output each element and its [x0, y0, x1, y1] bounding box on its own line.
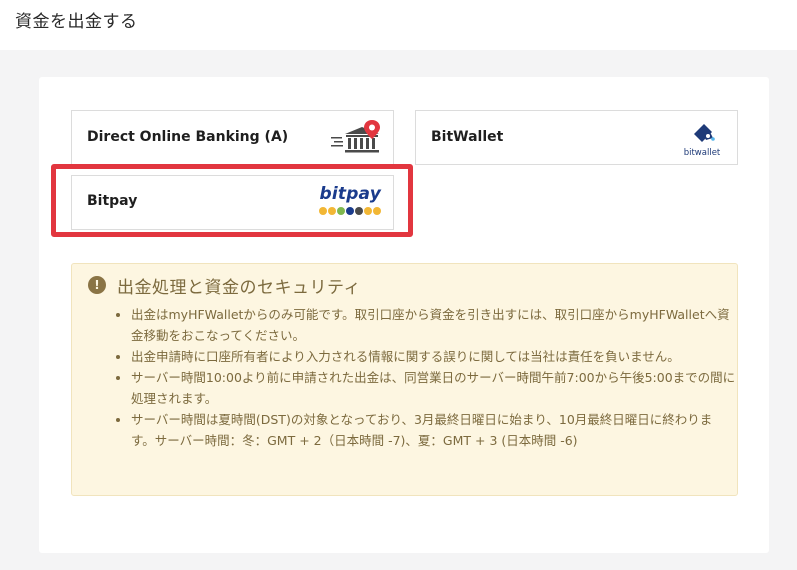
coin-icon: [328, 207, 336, 215]
method-bitpay[interactable]: Bitpay bitpay: [71, 175, 394, 230]
exclamation-icon: !: [88, 276, 106, 294]
coin-icon: [373, 207, 381, 215]
coin-icon: [346, 207, 354, 215]
coin-icon: [364, 207, 372, 215]
bitwallet-mark-icon: [694, 124, 715, 142]
notice-title: 出金処理と資金のセキュリティ: [117, 278, 361, 298]
method-label: BitWallet: [431, 129, 504, 145]
coin-icon: [319, 207, 327, 215]
bitpay-logo-text: bitpay: [319, 184, 381, 204]
page-title: 資金を出金する: [15, 12, 138, 32]
notice-item: 出金申請時に口座所有者により入力される情報に関する誤りに関しては当社は責任を負い…: [131, 346, 736, 367]
security-notice: ! 出金処理と資金のセキュリティ 出金はmyHFWalletからのみ可能です。取…: [71, 263, 738, 496]
bitpay-logo: bitpay: [319, 184, 381, 222]
bank-building-pin-icon: [331, 120, 380, 153]
crypto-coins-icon: [319, 207, 381, 215]
bitwallet-logo-text: bitwallet: [683, 148, 721, 158]
notice-list: 出金はmyHFWalletからのみ可能です。取引口座から資金を引き出すには、取引…: [116, 304, 736, 451]
bitwallet-logo: bitwallet: [677, 120, 727, 160]
notice-item: サーバー時間10:00より前に申請された出金は、同営業日のサーバー時間午前7:0…: [131, 367, 736, 409]
notice-item: サーバー時間は夏時間(DST)の対象となっており、3月最終日曜日に始まり、10月…: [131, 409, 736, 451]
method-label: Bitpay: [87, 193, 138, 209]
coin-icon: [337, 207, 345, 215]
notice-item: 出金はmyHFWalletからのみ可能です。取引口座から資金を引き出すには、取引…: [131, 304, 736, 346]
withdrawal-methods-card: Direct Online Banking (A) BitWallet bitw…: [39, 77, 769, 553]
coin-icon: [355, 207, 363, 215]
method-label: Direct Online Banking (A): [87, 129, 289, 145]
method-direct-online-banking[interactable]: Direct Online Banking (A): [71, 110, 394, 165]
page-header: 資金を出金する: [0, 0, 797, 50]
method-bitwallet[interactable]: BitWallet bitwallet: [415, 110, 738, 165]
